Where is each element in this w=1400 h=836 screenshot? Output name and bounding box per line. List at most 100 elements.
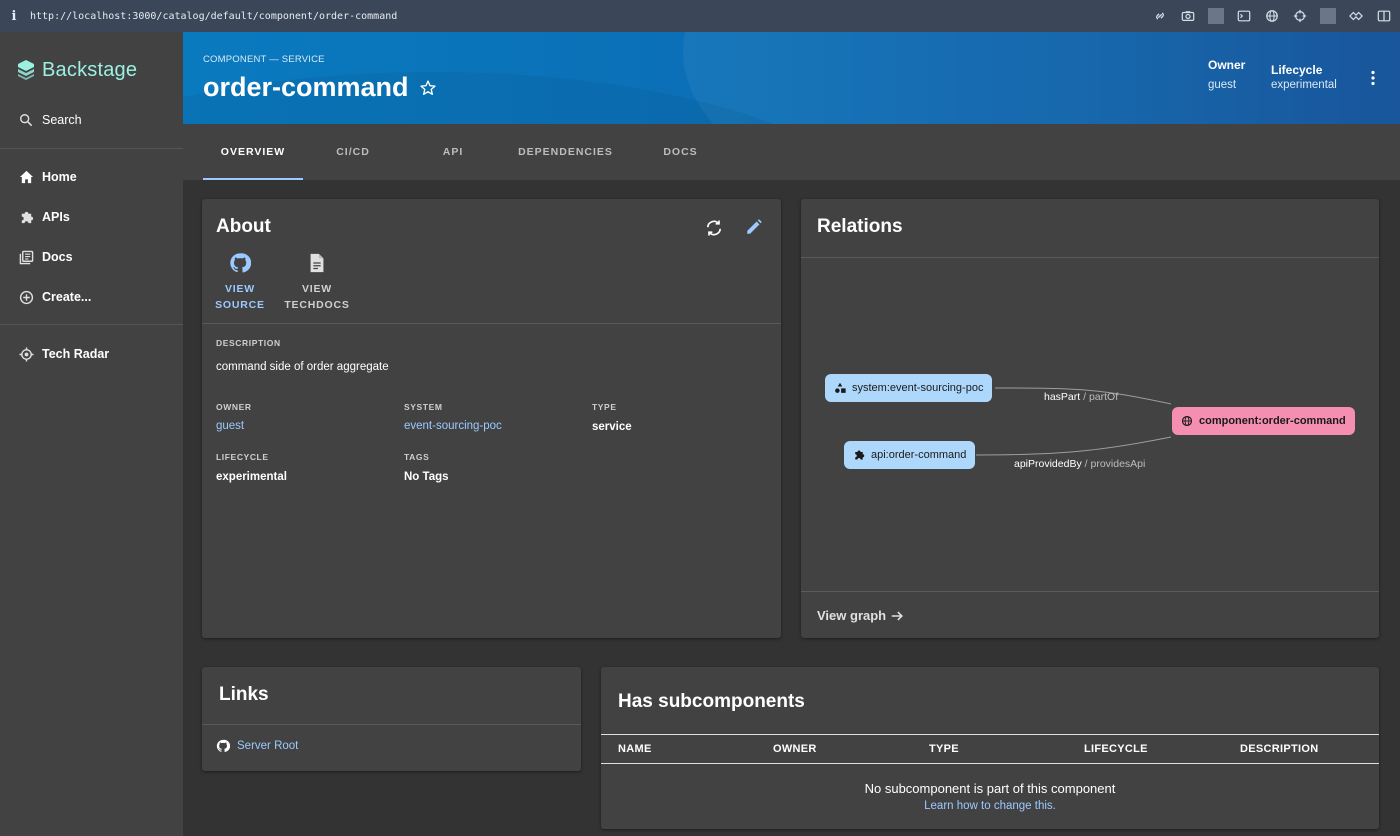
- search-icon: [18, 112, 34, 128]
- subcomponents-card: Has subcomponents NAME OWNER TYPE LIFECY…: [601, 667, 1379, 829]
- sidebar-item-tech-radar[interactable]: Tech Radar: [0, 334, 183, 374]
- header-owner: Owner guest: [1208, 58, 1245, 91]
- column-header-description[interactable]: DESCRIPTION: [1240, 743, 1318, 755]
- info-icon[interactable]: i: [0, 9, 28, 24]
- header-owner-label: Owner: [1208, 58, 1246, 72]
- view-graph-link[interactable]: View graph: [817, 608, 904, 623]
- header-owner-value[interactable]: guest: [1208, 79, 1245, 91]
- column-header-lifecycle[interactable]: LIFECYCLE: [1084, 743, 1148, 755]
- sidebar-item-apis[interactable]: APIs: [0, 197, 183, 237]
- graph-node-component-label: component:order-command: [1199, 415, 1346, 427]
- tab-ci-cd[interactable]: CI/CD: [313, 124, 393, 180]
- github-icon: [216, 739, 230, 753]
- header-lifecycle: Lifecycle experimental: [1271, 63, 1337, 91]
- view-techdocs-label-1: VIEW: [301, 283, 333, 295]
- table-header-top-border: [601, 734, 1379, 735]
- subcomponents-card-title: Has subcomponents: [618, 691, 805, 712]
- sidebar-item-create[interactable]: Create...: [0, 277, 183, 317]
- category-icon: [835, 382, 846, 393]
- column-header-owner[interactable]: OWNER: [773, 743, 817, 755]
- backstage-logo-icon: [18, 60, 34, 80]
- tab-overview[interactable]: OVERVIEW: [203, 124, 303, 180]
- system-link[interactable]: event-sourcing-poc: [404, 420, 502, 432]
- browser-toolbar: [1152, 0, 1392, 32]
- learn-more-link[interactable]: Learn how to change this.: [601, 800, 1379, 812]
- link-icon[interactable]: [1152, 8, 1168, 24]
- description-doc-icon: [307, 252, 327, 279]
- brand-name: Backstage: [42, 58, 138, 81]
- link-item-label: Server Root: [237, 740, 299, 752]
- about-card: About VIEW SOURCE VIEW TECHDOCS DESCRIPT…: [202, 199, 781, 638]
- sidebar-divider: [0, 148, 183, 149]
- links-card-title: Links: [219, 684, 269, 705]
- backstage-logo[interactable]: Backstage: [16, 58, 137, 82]
- edge-separator: /: [1080, 391, 1089, 403]
- sidebar-item-label: Docs: [42, 250, 73, 264]
- camera-icon[interactable]: [1180, 8, 1196, 24]
- sidebar-item-label: Home: [42, 170, 77, 184]
- sidebar-toggle-icon[interactable]: [1376, 8, 1392, 24]
- tab-api[interactable]: API: [413, 124, 493, 180]
- sidebar-search[interactable]: Search: [0, 100, 183, 140]
- view-source-link[interactable]: VIEW SOURCE: [215, 252, 265, 313]
- type-value: service: [592, 421, 632, 433]
- graph-node-system[interactable]: system:event-sourcing-poc: [825, 374, 993, 402]
- active-tab-indicator: [203, 178, 303, 180]
- view-techdocs-link[interactable]: VIEW TECHDOCS: [284, 252, 350, 313]
- url-text[interactable]: http://localhost:3000/catalog/default/co…: [30, 11, 397, 22]
- radar-icon: [18, 346, 34, 362]
- lifecycle-label: LIFECYCLE: [216, 452, 269, 462]
- toolbar-divider: [1320, 8, 1336, 24]
- sidebar-item-label: APIs: [42, 210, 70, 224]
- toolbar-divider: [1208, 8, 1224, 24]
- graph-node-api-label: api:order-command: [871, 449, 967, 461]
- refresh-icon[interactable]: [704, 218, 724, 243]
- view-source-label-2: SOURCE: [215, 299, 265, 311]
- edge-label-haspart: hasPart / partOf: [1044, 391, 1118, 403]
- relations-card: Relations system:event-sourcing-poc api:…: [801, 199, 1379, 638]
- add-circle-icon: [18, 289, 34, 305]
- about-divider: [202, 323, 781, 324]
- tags-label: TAGS: [404, 452, 430, 462]
- star-icon[interactable]: [419, 79, 437, 102]
- empty-state-message: No subcomponent is part of this componen…: [864, 781, 1116, 796]
- language-icon: [1181, 415, 1193, 427]
- crosshair-icon[interactable]: [1292, 8, 1308, 24]
- globe-icon[interactable]: [1264, 8, 1280, 24]
- browser-address-bar: i http://localhost:3000/catalog/default/…: [0, 0, 1400, 32]
- tab-docs[interactable]: DOCS: [643, 124, 718, 180]
- header-lifecycle-label: Lifecycle: [1271, 63, 1323, 77]
- extensions-icon[interactable]: [1348, 8, 1364, 24]
- more-vert-icon[interactable]: [1370, 70, 1376, 91]
- relations-footer-divider: [801, 591, 1379, 592]
- sidebar-item-home[interactable]: Home: [0, 157, 183, 197]
- edge-label-apiprovidedby-forward: apiProvidedBy: [1014, 458, 1082, 470]
- sidebar: Backstage Search Home APIs Docs Create..…: [0, 32, 183, 836]
- puzzle-icon: [855, 450, 865, 460]
- github-icon: [229, 252, 252, 279]
- lifecycle-value: experimental: [216, 471, 287, 483]
- graph-node-component[interactable]: component:order-command: [1172, 407, 1355, 435]
- owner-label: OWNER: [216, 402, 252, 412]
- graph-node-system-label: system:event-sourcing-poc: [852, 382, 984, 394]
- column-header-name[interactable]: NAME: [618, 743, 652, 755]
- links-card: Links Server Root: [202, 667, 581, 771]
- graph-node-api[interactable]: api:order-command: [844, 441, 976, 469]
- arrow-forward-icon: [891, 611, 904, 620]
- edit-icon[interactable]: [745, 218, 763, 241]
- sidebar-item-label: Tech Radar: [42, 347, 110, 361]
- description-label: DESCRIPTION: [216, 338, 281, 348]
- column-header-type[interactable]: TYPE: [929, 743, 959, 755]
- link-item[interactable]: Server Root: [216, 739, 298, 753]
- terminal-icon[interactable]: [1236, 8, 1252, 24]
- sidebar-item-docs[interactable]: Docs: [0, 237, 183, 277]
- entity-kind-label: COMPONENT — SERVICE: [203, 54, 325, 65]
- edge-api-component: [975, 436, 1172, 456]
- view-source-label-1: VIEW: [224, 283, 256, 295]
- about-card-title: About: [216, 216, 271, 237]
- owner-link[interactable]: guest: [216, 420, 244, 432]
- tab-dependencies[interactable]: DEPENDENCIES: [513, 124, 618, 180]
- page-title: order-command: [203, 72, 409, 102]
- entity-header: COMPONENT — SERVICE order-command Owner …: [183, 32, 1400, 124]
- header-lifecycle-value: experimental: [1271, 79, 1337, 91]
